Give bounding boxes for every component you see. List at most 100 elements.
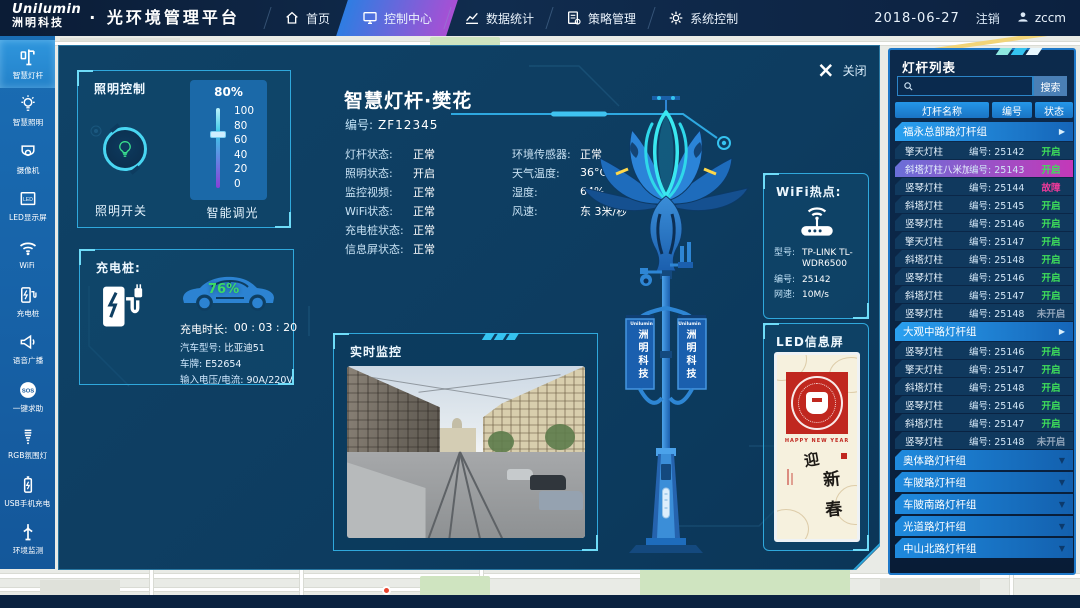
row-pole-name: 竖琴灯柱 (905, 216, 969, 230)
sidebar-item-6[interactable]: 语音广播 (0, 325, 55, 373)
pole-list-row[interactable]: 擎天灯柱编号: 25147开启 (895, 360, 1073, 377)
pole-group-header[interactable]: 大观中路灯杆组▶ (895, 322, 1073, 341)
dimming-slider-thumb[interactable] (210, 131, 226, 138)
lighting-control-panel: 照明控制 照明开关 80% 100806040200 智能调光 (77, 70, 291, 228)
platform-title: · 光环境管理平台 (89, 4, 240, 28)
code-value: 25148 (994, 437, 1024, 448)
nav-tab-2[interactable]: 数据统计 (448, 0, 550, 36)
expand-arrow-icon: ▶ (1059, 127, 1065, 136)
sidebar-item-9[interactable]: USB手机充电 (0, 468, 55, 516)
pole-list-row[interactable]: 斜塔灯柱编号: 25147开启 (895, 414, 1073, 431)
code-value: 25147 (994, 365, 1024, 376)
group-name: 中山北路灯杆组 (903, 541, 1059, 556)
pole-list-row[interactable]: 斜塔灯柱八米加大编号: 25143开启 (895, 160, 1073, 177)
pole-group-header[interactable]: 中山北路灯杆组▼ (895, 538, 1073, 558)
code-prefix: 编号: (969, 273, 991, 284)
status-value: 正常 (413, 222, 435, 238)
brand-name: Unilumin (12, 3, 81, 17)
pole-group-header[interactable]: 车陂路灯杆组▼ (895, 472, 1073, 492)
row-pole-name: 竖琴灯柱 (905, 344, 969, 358)
collapse-arrow-icon: ▼ (1059, 522, 1065, 531)
wifi-row-value: TP-LINK TL-WDR6500 (802, 248, 860, 271)
code-prefix: 编号: (969, 365, 991, 376)
close-button[interactable]: × 关闭 (817, 60, 867, 81)
pole-list-row[interactable]: 竖琴灯柱编号: 25146开启 (895, 268, 1073, 285)
poster-char: 春 (824, 494, 844, 521)
code-prefix: 编号: (969, 183, 991, 194)
user-account[interactable]: zccm (1016, 10, 1066, 27)
sidebar-item-7[interactable]: SOS一键求助 (0, 373, 55, 421)
detail-label: 汽车型号: (180, 343, 221, 354)
smart-pole-icon (18, 47, 38, 67)
status-label: 天气温度: (512, 165, 580, 181)
row-pole-name: 斜塔灯柱八米加大 (905, 162, 969, 176)
sidebar-item-2[interactable]: 摄像机 (0, 135, 55, 183)
pole-list-row[interactable]: 竖琴灯柱编号: 25148未开启 (895, 432, 1073, 449)
sidebar-item-8[interactable]: RGB氛围灯 (0, 420, 55, 468)
search-button[interactable]: 搜索 (1033, 76, 1067, 96)
nav-tab-3[interactable]: 策略管理 (550, 0, 652, 36)
pole-list-row[interactable]: 竖琴灯柱编号: 25146开启 (895, 342, 1073, 359)
pole-list-row[interactable]: 擎天灯柱编号: 25142开启 (895, 142, 1073, 159)
sidebar-item-5[interactable]: 充电桩 (0, 278, 55, 326)
pole-list-row[interactable]: 竖琴灯柱编号: 25144故障 (895, 178, 1073, 195)
sidebar-item-label: 智慧灯杆 (12, 70, 42, 80)
nav-tab-0[interactable]: 首页 (268, 0, 346, 36)
light-switch-button[interactable] (103, 127, 147, 171)
nav-tab-1[interactable]: 控制中心 (346, 0, 448, 36)
logout-button[interactable]: 注销 (976, 10, 1000, 27)
code-value: 25144 (994, 183, 1024, 194)
pole-list-row[interactable]: 竖琴灯柱编号: 25146开启 (895, 214, 1073, 231)
row-pole-code: 编号: 25148 (969, 306, 1035, 320)
row-pole-name: 擎天灯柱 (905, 144, 969, 158)
home-icon (284, 10, 300, 26)
pole-list-row[interactable]: 斜塔灯柱编号: 25148开启 (895, 250, 1073, 267)
pole-list-row[interactable]: 竖琴灯柱编号: 25146开启 (895, 396, 1073, 413)
code-value: 25143 (994, 165, 1024, 176)
charging-panel-title: 充电桩: (96, 259, 141, 276)
group-name: 福永总部路灯杆组 (903, 124, 1059, 139)
monitor-video-feed[interactable] (347, 366, 585, 538)
pole-list-row[interactable]: 斜塔灯柱编号: 25145开启 (895, 196, 1073, 213)
pole-list-row[interactable]: 擎天灯柱编号: 25147开启 (895, 232, 1073, 249)
pole-group-header[interactable]: 车陂南路灯杆组▼ (895, 494, 1073, 514)
status-value: 正常 (580, 146, 602, 162)
nav-tab-label: 系统控制 (690, 10, 738, 27)
status-item: 灯杆状态:正常 (345, 144, 460, 163)
led-poster: HAPPY NEW YEAR 迎 新 春 (774, 352, 860, 542)
map-marker[interactable] (382, 586, 391, 595)
pole-list-row[interactable]: 竖琴灯柱编号: 25148未开启 (895, 304, 1073, 321)
column-header-name[interactable]: 灯杆名称 (895, 102, 989, 118)
dimming-value: 80% (190, 85, 267, 99)
pole-group-header[interactable]: 光道路灯杆组▼ (895, 516, 1073, 536)
pole-group-header[interactable]: 福永总部路灯杆组▶ (895, 122, 1073, 141)
group-name: 大观中路灯杆组 (903, 324, 1059, 339)
sidebar-item-4[interactable]: WiFi (0, 230, 55, 278)
slider-tick: 100 (234, 104, 254, 119)
led-screen-panel: LED信息屏 HAPPY NEW YEAR 迎 新 春 (763, 323, 869, 551)
svg-text:SOS: SOS (21, 388, 33, 394)
slider-tick: 20 (234, 162, 254, 177)
poster-subtitle: HAPPY NEW YEAR (777, 438, 857, 444)
slider-tick: 60 (234, 133, 254, 148)
sidebar-item-0[interactable]: 智慧灯杆 (0, 40, 55, 88)
dimming-slider-track[interactable] (216, 108, 220, 188)
row-pole-code: 编号: 25147 (969, 416, 1035, 430)
sidebar-item-3[interactable]: LEDLED显示屏 (0, 183, 55, 231)
row-status: 未开启 (1035, 434, 1067, 448)
pole-group-header[interactable]: 奥体路灯杆组▼ (895, 450, 1073, 470)
pole-banner-right: Unilumin 洲明科技 (677, 322, 702, 385)
column-header-status[interactable]: 状态 (1035, 102, 1073, 118)
row-pole-name: 竖琴灯柱 (905, 180, 969, 194)
pole-list-row[interactable]: 斜塔灯柱编号: 25147开启 (895, 286, 1073, 303)
search-input[interactable] (897, 76, 1033, 96)
nav-tab-4[interactable]: 系统控制 (652, 0, 754, 36)
row-status: 开启 (1035, 162, 1067, 176)
sidebar-item-1[interactable]: 智慧照明 (0, 88, 55, 136)
wifi-hotspot-panel: WiFi热点: 型号:TP-LINK TL-WDR6500编号:25142网速:… (763, 173, 869, 319)
pole-list-row[interactable]: 斜塔灯柱编号: 25148开启 (895, 378, 1073, 395)
code-prefix: 编号: (969, 383, 991, 394)
pole-code-label: 编号: (345, 118, 373, 132)
sidebar-item-10[interactable]: 环境监测 (0, 515, 55, 563)
column-header-code[interactable]: 编号 (992, 102, 1032, 118)
